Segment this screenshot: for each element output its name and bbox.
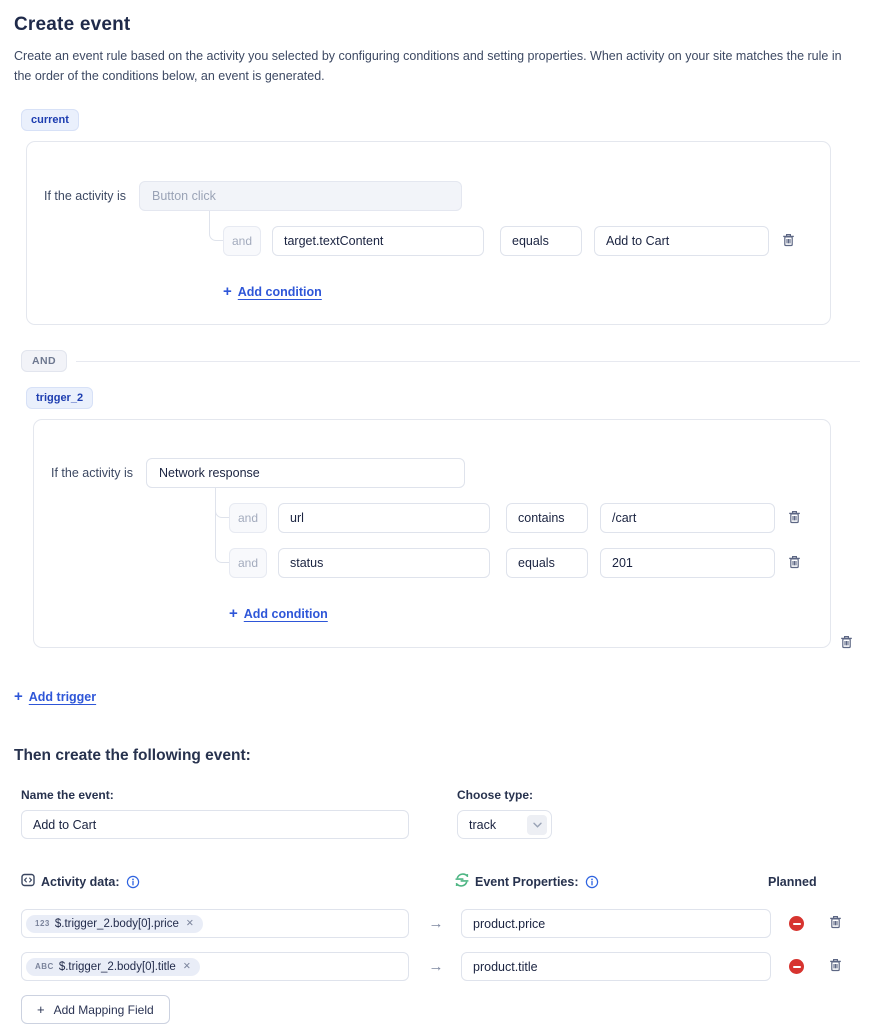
chevron-down-icon xyxy=(527,815,547,835)
condition-row: and equals xyxy=(223,226,830,256)
activity-row: If the activity is xyxy=(27,142,830,211)
divider-line xyxy=(76,361,860,362)
page-description: Create an event rule based on the activi… xyxy=(14,46,860,86)
activity-label: If the activity is xyxy=(27,189,139,203)
delete-mapping-button[interactable] xyxy=(829,915,842,932)
plus-icon: + xyxy=(229,605,238,622)
mapping-row: 123 $.trigger_2.body[0].price ✕ → xyxy=(14,909,860,938)
trigger-badge-trigger-2: trigger_2 xyxy=(26,387,93,409)
add-trigger-button[interactable]: + Add trigger xyxy=(14,688,96,705)
trigger-card-2: If the activity is and contains xyxy=(33,419,831,648)
page-title: Create event xyxy=(14,14,860,36)
number-type-icon: 123 xyxy=(35,919,50,928)
event-properties-header: Event Properties: xyxy=(475,875,579,889)
trash-icon xyxy=(829,915,842,932)
and-divider: AND xyxy=(14,350,860,372)
trash-icon xyxy=(788,555,801,572)
condition-row: and contains xyxy=(229,503,830,533)
mapping-chip: 123 $.trigger_2.body[0].price ✕ xyxy=(26,915,203,933)
delete-condition-button[interactable] xyxy=(788,510,801,527)
mapping-target-input[interactable] xyxy=(461,909,771,938)
delete-mapping-button[interactable] xyxy=(829,958,842,975)
segment-icon xyxy=(455,873,469,890)
planned-header: Planned xyxy=(768,875,817,889)
name-type-row: Name the event: Choose type: track xyxy=(14,788,860,839)
delete-condition-button[interactable] xyxy=(788,555,801,572)
activity-type-input[interactable] xyxy=(139,181,462,211)
condition-value-input[interactable] xyxy=(600,548,775,578)
close-icon[interactable]: ✕ xyxy=(183,961,191,972)
trash-icon xyxy=(788,510,801,527)
event-type-select[interactable]: track xyxy=(457,810,552,839)
condition-connector-branch xyxy=(215,488,229,518)
condition-value-input[interactable] xyxy=(594,226,769,256)
arrow-right-icon: → xyxy=(426,915,446,932)
condition-value-input[interactable] xyxy=(600,503,775,533)
delete-condition-button[interactable] xyxy=(782,233,795,250)
condition-operator-select[interactable]: equals xyxy=(506,548,588,578)
mapping-target-input[interactable] xyxy=(461,952,771,981)
string-type-icon: ABC xyxy=(35,962,54,971)
activity-type-input[interactable] xyxy=(146,458,465,488)
trash-icon xyxy=(840,637,853,652)
event-name-input[interactable] xyxy=(21,810,409,839)
trigger-badge-current: current xyxy=(21,109,79,131)
delete-trigger-button[interactable] xyxy=(840,635,853,652)
add-condition-button[interactable]: + Add condition xyxy=(223,283,322,300)
trash-icon xyxy=(829,958,842,975)
condition-field-input[interactable] xyxy=(278,548,490,578)
create-event-page: Create event Create an event rule based … xyxy=(0,0,874,1024)
add-mapping-field-button[interactable]: + Add Mapping Field xyxy=(21,995,170,1024)
trigger-card-1: If the activity is and equals xyxy=(26,141,831,325)
remove-planned-button[interactable] xyxy=(789,959,804,974)
close-icon[interactable]: ✕ xyxy=(186,918,194,929)
and-connector-chip: and xyxy=(229,548,267,578)
and-connector-chip: and xyxy=(223,226,261,256)
condition-field-input[interactable] xyxy=(278,503,490,533)
condition-operator-select[interactable]: equals xyxy=(500,226,582,256)
remove-planned-button[interactable] xyxy=(789,916,804,931)
plus-icon: + xyxy=(37,1002,45,1017)
condition-operator-select[interactable]: contains xyxy=(506,503,588,533)
info-icon[interactable] xyxy=(585,875,599,889)
activity-row: If the activity is xyxy=(34,420,830,488)
trigger-card-2-wrap: If the activity is and contains xyxy=(33,419,831,648)
event-section-heading: Then create the following event: xyxy=(14,747,860,765)
mapping-headers: Activity data: Event xyxy=(14,873,860,890)
condition-connector-line xyxy=(209,211,223,241)
and-connector-chip: and xyxy=(229,503,267,533)
condition-field-input[interactable] xyxy=(272,226,484,256)
plus-icon: + xyxy=(223,283,232,300)
mapping-chip: ABC $.trigger_2.body[0].title ✕ xyxy=(26,958,200,976)
mapping-source-input[interactable]: 123 $.trigger_2.body[0].price ✕ xyxy=(21,909,409,938)
arrow-right-icon: → xyxy=(426,958,446,975)
name-event-label: Name the event: xyxy=(21,788,457,802)
trash-icon xyxy=(782,233,795,250)
code-icon xyxy=(21,873,35,890)
condition-row: and equals xyxy=(229,548,830,578)
mapping-source-input[interactable]: ABC $.trigger_2.body[0].title ✕ xyxy=(21,952,409,981)
and-divider-chip: AND xyxy=(21,350,67,372)
mapping-row: ABC $.trigger_2.body[0].title ✕ → xyxy=(14,952,860,981)
activity-label: If the activity is xyxy=(34,466,146,480)
choose-type-label: Choose type: xyxy=(457,788,552,802)
add-condition-button[interactable]: + Add condition xyxy=(229,605,328,622)
activity-data-header: Activity data: xyxy=(41,875,120,889)
plus-icon: + xyxy=(14,688,23,705)
info-icon[interactable] xyxy=(126,875,140,889)
